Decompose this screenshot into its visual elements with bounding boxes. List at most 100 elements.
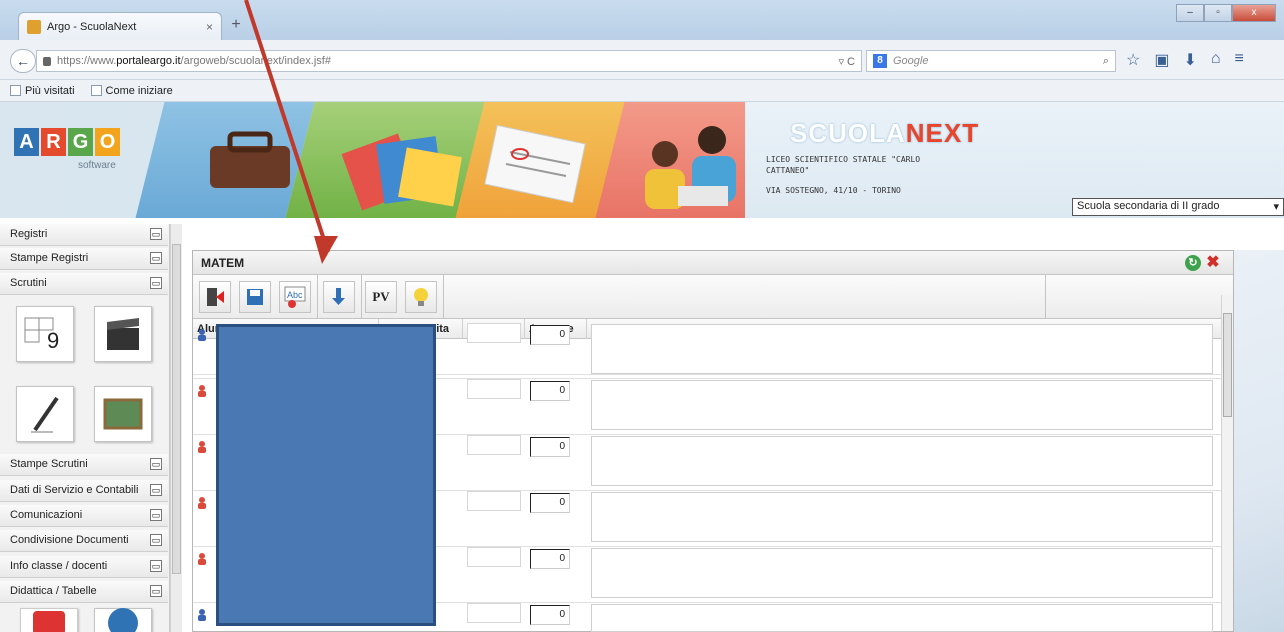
close-icon[interactable]: ✖ [1205,255,1221,271]
new-tab-button[interactable]: + [226,16,246,36]
sidebar-item-registri[interactable]: Registri ▭ [0,224,168,246]
bookmark-folder-icon [10,85,21,96]
window-minimize-button[interactable]: – [1176,4,1204,22]
menu-icon[interactable]: ≡ [1235,50,1244,70]
assenze-input[interactable]: 0 [530,381,570,401]
save-button[interactable] [239,281,271,313]
voto-input[interactable] [467,603,521,623]
collapse-toggle-icon[interactable]: ▭ [150,585,162,597]
briefcase-illustration-icon [210,131,290,188]
sidebar-item-scrutini[interactable]: Scrutini ▭ [0,273,168,295]
sidebar-item-dati-servizio[interactable]: Dati di Servizio e Contabili ▭ [0,480,168,502]
giudizio-textarea[interactable] [591,548,1213,598]
window-maximize-button[interactable]: ▫ [1204,4,1232,22]
spellcheck-button[interactable]: Abc [279,281,311,313]
downloads-icon[interactable]: ⬇ [1183,50,1196,70]
browser-tab-title: Argo - ScuolaNext [47,20,137,33]
collapse-toggle-icon[interactable]: ▭ [150,252,162,264]
assenze-input[interactable]: 0 [530,325,570,345]
tab-close-icon[interactable]: × [206,20,213,34]
search-icon[interactable]: ⌕ [1103,55,1109,68]
browser-tab[interactable]: Argo - ScuolaNext × [18,12,222,40]
sidebar-item-label: Scrutini [10,277,47,289]
giudizio-textarea[interactable] [591,436,1213,486]
home-icon[interactable]: ⌂ [1211,50,1221,70]
clapperboard-tile[interactable] [94,306,152,362]
sidebar-item-label: Info classe / docenti [10,560,108,572]
voto-input[interactable] [467,547,521,567]
sidebar-item-info-classe[interactable]: Info classe / docenti ▭ [0,556,168,578]
voto-input[interactable] [467,491,521,511]
assenze-input[interactable]: 0 [530,605,570,625]
collapse-toggle-icon[interactable]: ▭ [150,277,162,289]
sidebar-item-label: Condivisione Documenti [10,534,129,546]
pv-button[interactable]: PV [365,281,397,313]
url-bar[interactable]: https://www.portaleargo.it/argoweb/scuol… [36,50,862,72]
exit-button[interactable] [199,281,231,313]
chevron-down-icon: ▾ [1273,201,1279,213]
collapse-toggle-icon[interactable]: ▭ [150,484,162,496]
table-scroll-thumb[interactable] [1223,313,1232,417]
bookmark-getting-started[interactable]: Come iniziare [90,85,173,97]
school-name-line: LICEO SCIENTIFICO STATALE "CARLO [766,155,921,164]
sidebar-scrollbar[interactable] [170,224,182,632]
reload-icon[interactable]: ▿ C [838,55,855,68]
blackboard-tile[interactable] [94,386,152,442]
back-button[interactable]: ← [10,49,36,73]
import-button[interactable] [323,281,355,313]
sidebar-item-stampe-registri[interactable]: Stampe Registri ▭ [0,248,168,270]
folders-illustration-icon [341,133,462,211]
hint-button[interactable] [405,281,437,313]
sidebar-item-stampe-scrutini[interactable]: Stampe Scrutini ▭ [0,454,168,476]
voto-input[interactable] [467,435,521,455]
voti-grid-tile[interactable]: 9 [16,306,74,362]
voto-input[interactable] [467,379,521,399]
school-level-select[interactable]: Scuola secondaria di II grado ▾ [1072,198,1284,216]
info-icon [108,608,138,632]
argo-header-banner: A R G O software SCUOLANEXT LICEO SCIENT… [0,102,1284,218]
collapse-toggle-icon[interactable]: ▭ [150,228,162,240]
school-address: VIA SOSTEGNO, 41/10 - TORINO [766,186,901,195]
url-text: https://www.portaleargo.it/argoweb/scuol… [57,55,331,67]
sidebar-item-didattica[interactable]: Didattica / Tabelle ▭ [0,581,168,603]
url-path: /argoweb/scuolanext/index.jsf# [180,55,331,67]
collapse-toggle-icon[interactable]: ▭ [150,509,162,521]
red-app-tile[interactable] [20,608,78,632]
giudizio-textarea[interactable] [591,492,1213,542]
giudizio-textarea[interactable] [591,604,1213,632]
sidebar-item-comunicazioni[interactable]: Comunicazioni ▭ [0,505,168,527]
sidebar-scroll-thumb[interactable] [172,244,181,574]
refresh-icon[interactable]: ↻ [1185,255,1201,271]
assenze-input[interactable]: 0 [530,549,570,569]
bookmark-most-visited[interactable]: Più visitati [10,85,75,97]
window-close-button[interactable]: x [1232,4,1276,22]
collapse-toggle-icon[interactable]: ▭ [150,458,162,470]
sidebar-item-label: Didattica / Tabelle [10,585,97,597]
table-scrollbar[interactable] [1221,295,1233,631]
collapse-toggle-icon[interactable]: ▭ [150,534,162,546]
argo-logo[interactable]: A R G O [14,128,120,156]
pencil-tile[interactable] [16,386,74,442]
voto-input[interactable] [467,323,521,343]
student-icon [198,497,206,509]
assenze-input[interactable]: 0 [530,493,570,513]
info-tile[interactable] [94,608,152,632]
logo-subtitle: software [78,160,116,171]
collapse-toggle-icon[interactable]: ▭ [150,560,162,572]
giudizio-textarea[interactable] [591,380,1213,430]
spellcheck-label: Abc [287,290,303,300]
toolbar-separator [317,275,318,319]
giudizio-textarea[interactable] [591,324,1213,374]
bookmarks-menu-icon[interactable]: ▣ [1154,50,1169,70]
bookmark-star-icon[interactable]: ☆ [1126,50,1140,70]
redaction-block [216,324,436,626]
sidebar-item-condivisione-documenti[interactable]: Condivisione Documenti ▭ [0,530,168,552]
scuolanext-logo-part: NEXT [905,118,980,148]
pencil-icon [31,396,59,433]
student-icon [198,385,206,397]
assenze-input[interactable]: 0 [530,437,570,457]
student-icon [198,609,206,621]
save-icon [247,289,263,305]
search-bar[interactable]: 8 Google ⌕ [866,50,1116,72]
google-engine-icon[interactable]: 8 [873,54,887,68]
